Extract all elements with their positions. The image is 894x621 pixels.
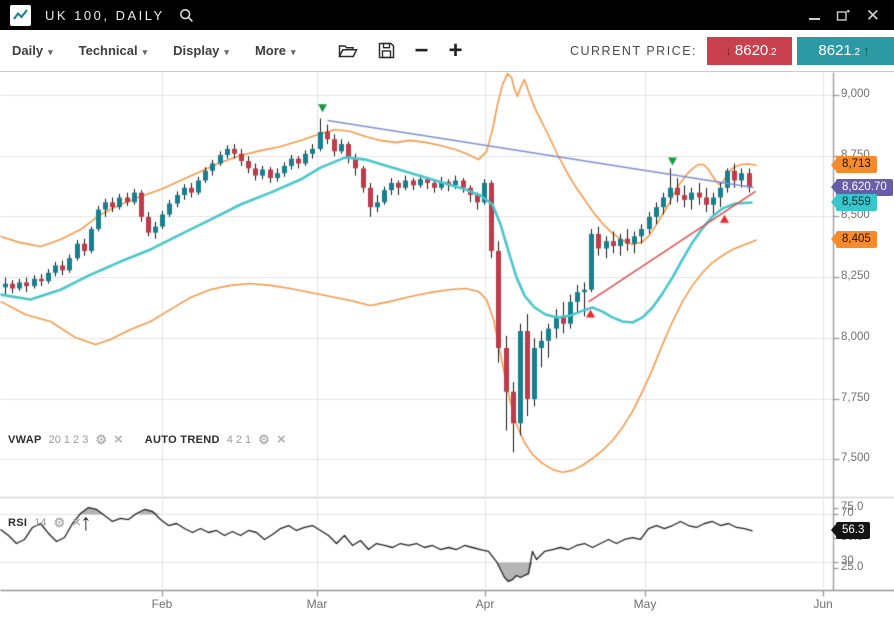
zoom-out-button[interactable]: − <box>415 39 429 63</box>
save-icon[interactable] <box>378 42 395 59</box>
arrow-down-icon: ↓ <box>725 43 732 58</box>
rsi-value-tag: 56.3 <box>836 522 870 539</box>
app-logo-icon <box>10 5 31 26</box>
menu-technical[interactable]: Technical▾ <box>79 43 148 58</box>
gear-icon[interactable]: ⚙ <box>95 433 107 446</box>
vwap-indicator-label: VWAP <box>8 434 42 446</box>
chart-title: UK 100, DAILY <box>45 8 165 23</box>
arrow-up-icon: ↑ <box>863 43 870 58</box>
menu-more[interactable]: More▾ <box>255 43 296 58</box>
menu-timeframe[interactable]: Daily▾ <box>12 43 53 58</box>
current-price-label: CURRENT PRICE: <box>570 44 697 58</box>
gear-icon[interactable]: ⚙ <box>54 516 66 529</box>
x-axis-label: Feb <box>152 597 173 611</box>
title-bar: UK 100, DAILY ✕ <box>0 0 894 30</box>
toolbar: Daily▾ Technical▾ Display▾ More▾ − + CUR… <box>0 30 894 72</box>
y-axis-label: 8,500 <box>841 209 870 221</box>
vwap-indicator-params: 20 1 2 3 <box>49 434 89 446</box>
sell-price-button[interactable]: ↓ 8620.2 <box>707 37 792 65</box>
close-button[interactable]: ✕ <box>866 7 880 24</box>
chart-area: VWAP 20 1 2 3 ⚙ × AUTO TREND 4 2 1 ⚙ × R… <box>0 72 894 620</box>
chevron-down-icon: ▾ <box>48 47 53 57</box>
menu-display[interactable]: Display▾ <box>173 43 229 58</box>
vwap-price-tag: 8,559 <box>836 194 877 211</box>
rsi-indicator-row: RSI 14 ⚙ × <box>8 515 81 530</box>
lower-band-price-tag: 8,405 <box>836 231 877 248</box>
y-axis-label: 9,000 <box>841 88 870 100</box>
x-axis-label: Apr <box>476 597 495 611</box>
open-folder-icon[interactable] <box>338 43 358 59</box>
close-icon[interactable]: × <box>277 432 286 447</box>
buy-price-button[interactable]: 8621.2 ↑ <box>797 37 894 65</box>
y-axis-label: 7,750 <box>841 392 870 404</box>
price-chart-canvas[interactable] <box>0 72 894 620</box>
rsi-indicator-params: 14 <box>34 517 46 529</box>
y-axis-label: 8,000 <box>841 331 870 343</box>
sell-price-value: 8620.2 <box>735 42 777 59</box>
x-axis-label: May <box>634 597 657 611</box>
search-icon[interactable] <box>179 8 194 23</box>
chevron-down-icon: ▾ <box>291 47 296 57</box>
rsi-axis-label: 70 <box>841 507 854 519</box>
x-axis-label: Jun <box>813 597 832 611</box>
minimize-button[interactable] <box>809 18 820 20</box>
auto-trend-indicator-params: 4 2 1 <box>227 434 251 446</box>
rsi-axis-label: 25.0 <box>841 561 863 573</box>
upper-band-price-tag: 8,713 <box>836 156 877 173</box>
x-axis-label: Mar <box>307 597 328 611</box>
overlay-indicator-row: VWAP 20 1 2 3 ⚙ × AUTO TREND 4 2 1 ⚙ × <box>8 432 286 447</box>
y-axis-label: 7,500 <box>841 452 870 464</box>
y-axis-label: 8,250 <box>841 270 870 282</box>
zoom-in-button[interactable]: + <box>449 39 463 63</box>
buy-price-value: 8621.2 <box>818 42 860 59</box>
auto-trend-indicator-label: AUTO TREND <box>145 434 220 446</box>
popout-button[interactable] <box>836 8 850 22</box>
gear-icon[interactable]: ⚙ <box>258 433 270 446</box>
rsi-up-arrow-annotation: ↑ <box>80 509 92 536</box>
chevron-down-icon: ▾ <box>143 47 148 57</box>
rsi-indicator-label: RSI <box>8 517 27 529</box>
close-icon[interactable]: × <box>114 432 123 447</box>
chevron-down-icon: ▾ <box>224 47 229 57</box>
